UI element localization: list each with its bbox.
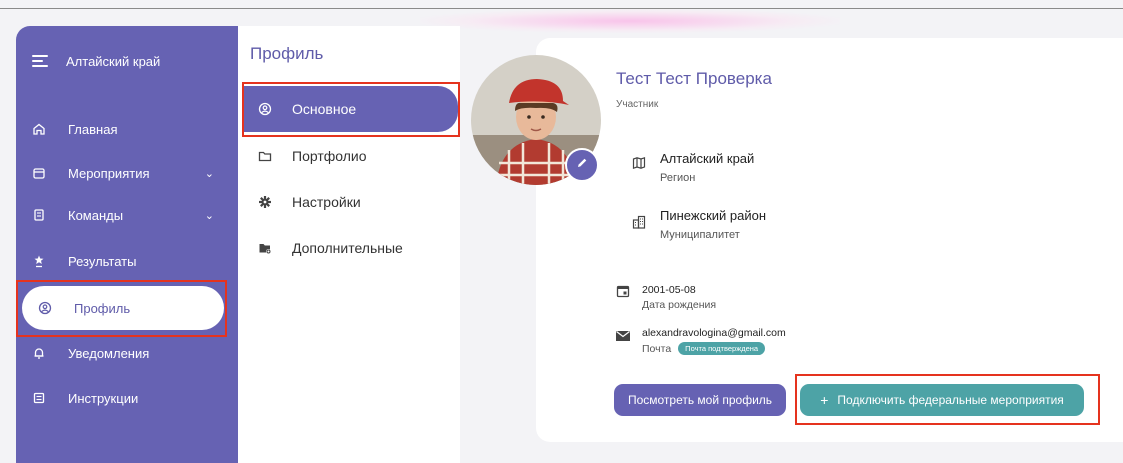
home-icon <box>30 120 48 138</box>
region-row: Алтайский край Регион <box>630 151 754 184</box>
map-icon <box>630 156 648 170</box>
submenu-item-additional[interactable]: Дополнительные <box>244 228 458 268</box>
sidebar-item-label: Уведомления <box>68 345 150 361</box>
sidebar-item-events[interactable]: Мероприятия ⌄ <box>16 151 238 195</box>
sidebar-item-label: Главная <box>68 121 118 137</box>
birthdate-value: 2001-05-08 <box>642 284 696 296</box>
buildings-icon <box>630 215 648 229</box>
highlight-submenu-main <box>242 82 460 137</box>
chevron-down-icon[interactable]: ⌄ <box>205 209 214 222</box>
submenu-item-label: Дополнительные <box>292 240 403 256</box>
view-profile-button[interactable]: Посмотреть мой профиль <box>614 384 786 416</box>
pencil-icon <box>575 156 589 175</box>
submenu-item-label: Настройки <box>292 194 361 210</box>
calendar-icon <box>30 164 48 182</box>
email-verified-badge: Почта подтверждена <box>678 342 766 355</box>
sidebar-item-label: Команды <box>68 207 124 223</box>
submenu-item-settings[interactable]: Настройки <box>244 182 458 222</box>
edit-avatar-button[interactable] <box>565 148 599 182</box>
sidebar-item-label: Инструкции <box>68 390 139 406</box>
municipality-row: Пинежский район Муниципалитет <box>630 208 766 241</box>
chevron-down-icon[interactable]: ⌄ <box>205 167 214 180</box>
birthdate-row: 2001-05-08 Дата рождения <box>614 284 716 311</box>
list-icon <box>30 389 48 407</box>
email-label-row: Почта Почта подтверждена <box>642 342 786 355</box>
gear-icon <box>256 195 274 209</box>
region-title: Алтайский край <box>66 53 161 69</box>
folder-settings-icon <box>256 241 274 255</box>
profile-role: Участник <box>616 99 659 110</box>
municipality-value: Пинежский район <box>660 208 767 223</box>
view-profile-label: Посмотреть мой профиль <box>627 393 773 407</box>
email-label: Почта <box>642 342 672 355</box>
sidebar-item-instructions[interactable]: Инструкции <box>16 376 238 420</box>
region-label: Регион <box>660 172 696 184</box>
profile-name: Тест Тест Проверка <box>616 69 772 88</box>
mail-icon <box>614 329 632 343</box>
highlight-connect-button <box>795 374 1100 425</box>
email-row: alexandravologina@gmail.com Почта Почта … <box>614 327 786 355</box>
email-value: alexandravologina@gmail.com <box>642 327 786 339</box>
submenu-item-portfolio[interactable]: Портфолио <box>244 136 458 176</box>
document-icon <box>30 206 48 224</box>
region-value: Алтайский край <box>660 151 755 166</box>
bell-icon <box>30 344 48 362</box>
sidebar-item-label: Результаты <box>68 253 137 269</box>
birthdate-label: Дата рождения <box>642 299 717 311</box>
calendar-icon <box>614 284 632 298</box>
sidebar-item-teams[interactable]: Команды ⌄ <box>16 193 238 237</box>
sidebar-item-label: Мероприятия <box>68 165 150 181</box>
municipality-label: Муниципалитет <box>660 229 740 241</box>
submenu-item-label: Портфолио <box>292 148 367 164</box>
sidebar-item-notifications[interactable]: Уведомления <box>16 331 238 375</box>
highlight-sidebar-profile <box>16 280 227 337</box>
menu-icon[interactable] <box>32 55 48 67</box>
sidebar-item-home[interactable]: Главная <box>16 107 238 151</box>
sidebar-item-results[interactable]: Результаты <box>16 239 238 283</box>
folder-icon <box>256 149 274 163</box>
sidebar-header: Алтайский край <box>16 47 160 75</box>
trophy-icon <box>30 252 48 270</box>
decorative-glow <box>420 9 840 33</box>
submenu-title: Профиль <box>250 44 324 63</box>
